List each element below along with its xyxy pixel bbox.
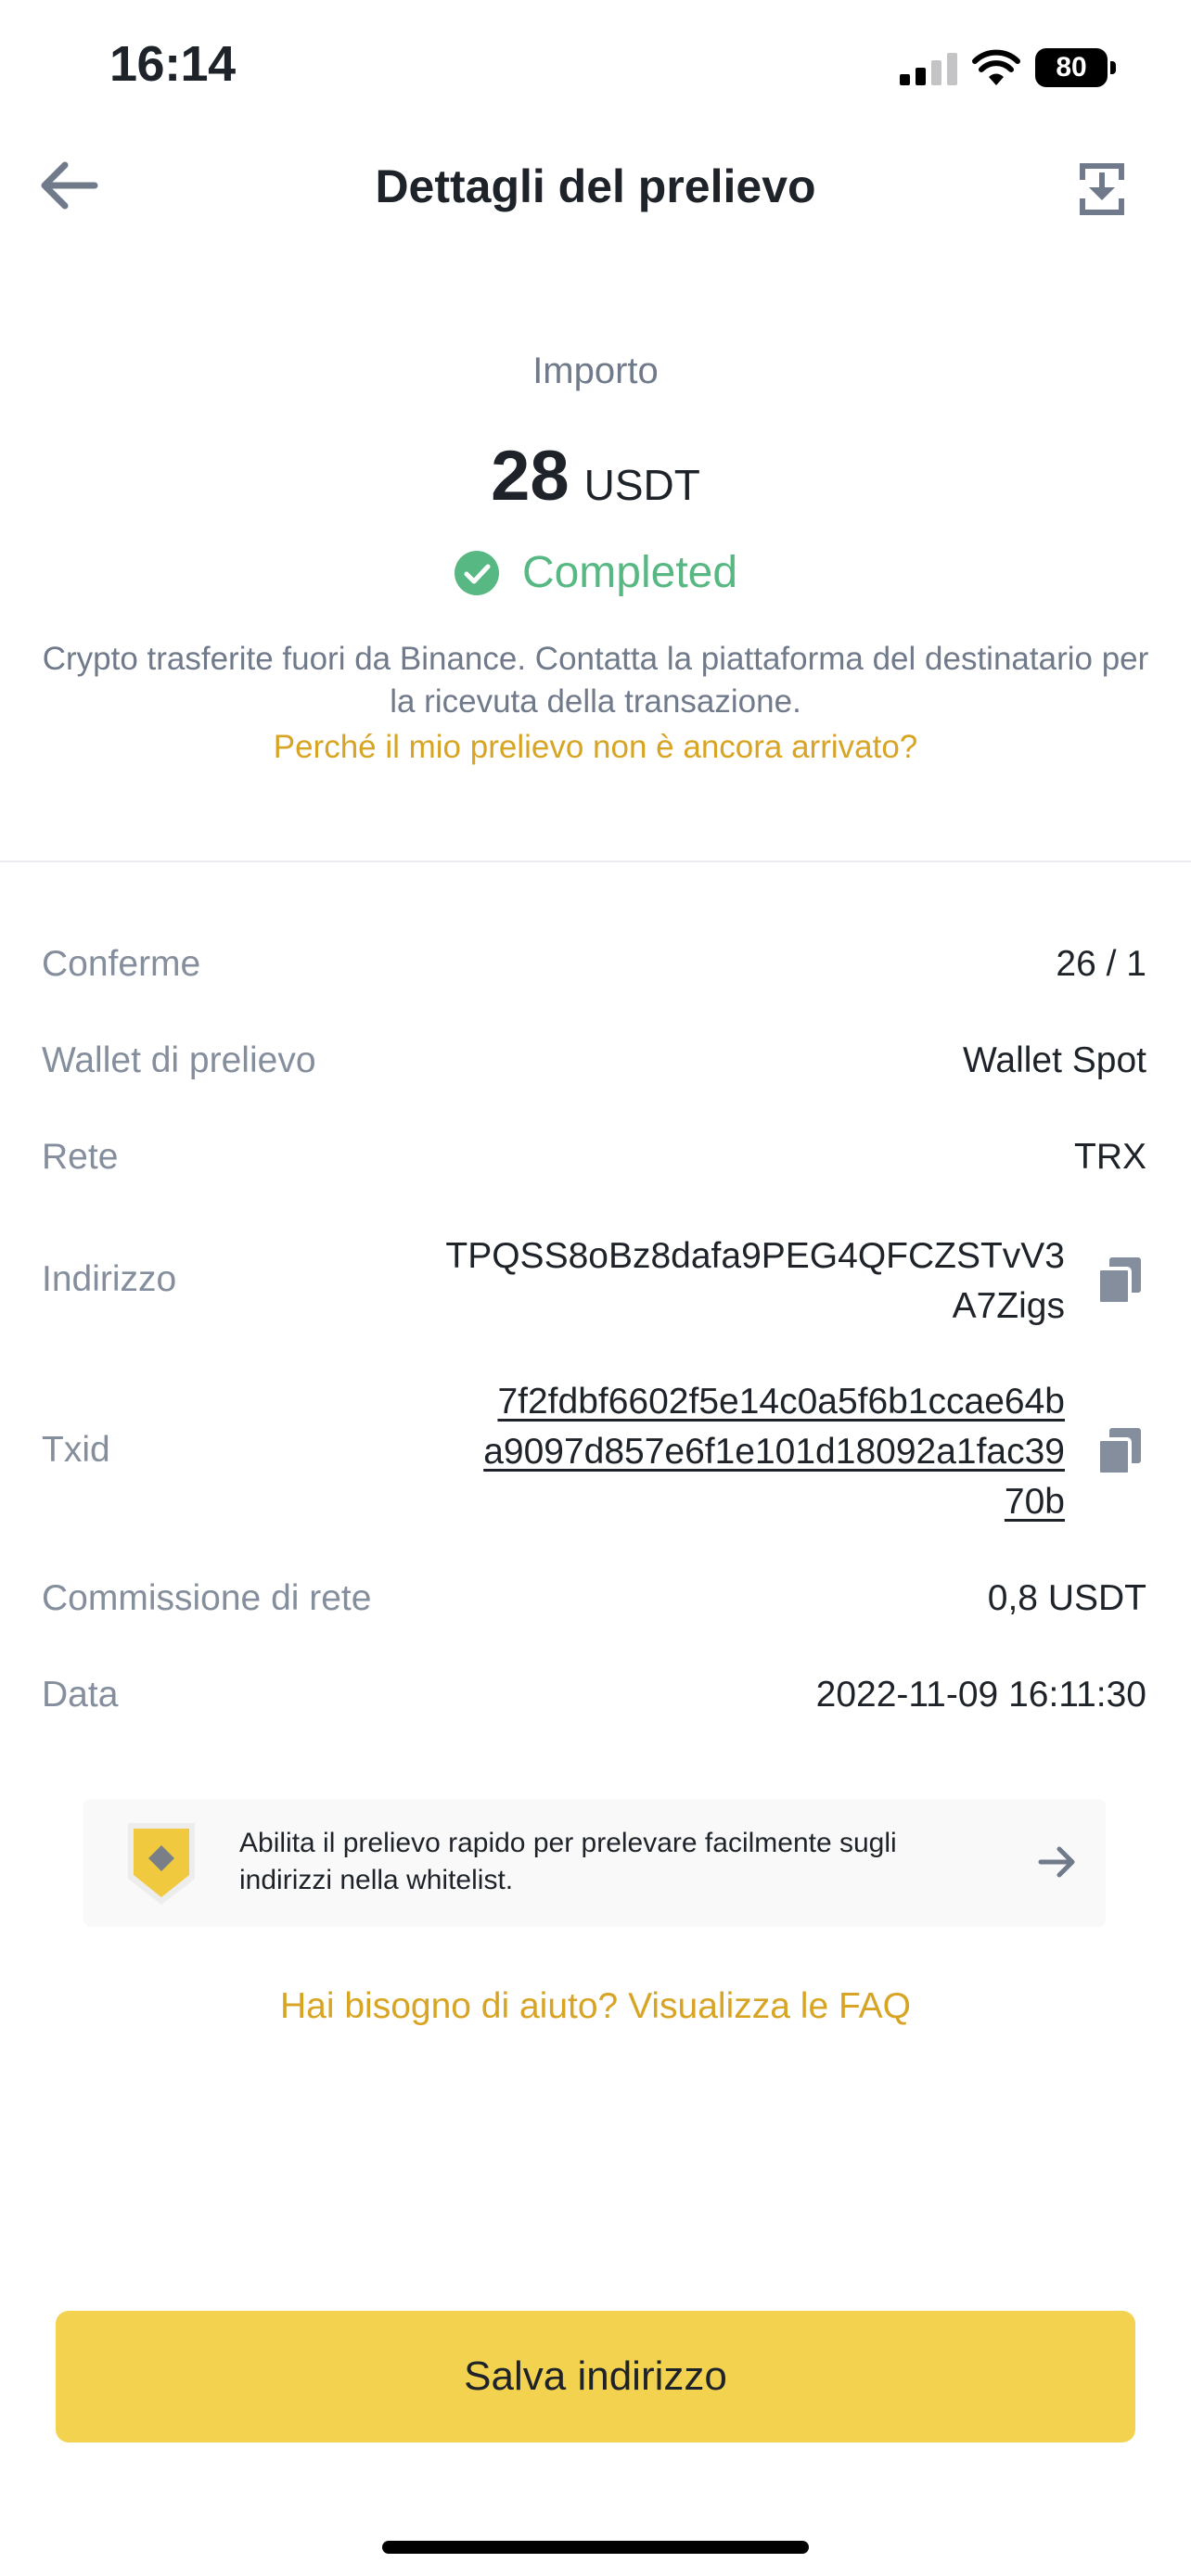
network-value: TRX [1074, 1137, 1146, 1177]
arrow-right-icon[interactable] [1037, 1845, 1078, 1879]
shield-icon [128, 1823, 195, 1905]
address-line: A7Zigs [952, 1286, 1065, 1326]
network-label: Rete [42, 1137, 119, 1177]
txid-line: 70b [1004, 1482, 1065, 1522]
fee-value: 0,8 USDT [987, 1578, 1146, 1618]
fee-label: Commissione di rete [42, 1578, 372, 1618]
txid-link[interactable]: 7f2fdbf6602f5e14c0a5f6b1ccae64b a9097d85… [483, 1377, 1065, 1527]
cellular-signal-icon [900, 52, 957, 85]
faq-link[interactable]: Hai bisogno di aiuto? Visualizza le FAQ [0, 1986, 1191, 2027]
download-icon[interactable] [1076, 159, 1128, 219]
txid-line: a9097d857e6f1e101d18092a1fac39 [483, 1432, 1065, 1472]
amount-label: Importo [532, 351, 659, 391]
txid-line: 7f2fdbf6602f5e14c0a5f6b1ccae64b [497, 1382, 1065, 1422]
address-line: TPQSS8oBz8dafa9PEG4QFCZSTvV3 [445, 1236, 1065, 1276]
address-label: Indirizzo [42, 1259, 177, 1299]
battery-icon: 80 [1035, 48, 1119, 87]
wifi-icon [972, 49, 1020, 85]
withdrawal-help-link[interactable]: Perché il mio prelievo non è ancora arri… [0, 729, 1191, 766]
copy-address-icon[interactable] [1098, 1257, 1141, 1304]
confirmations-label: Conferme [42, 944, 201, 984]
home-indicator [382, 2541, 809, 2554]
address-value: TPQSS8oBz8dafa9PEG4QFCZSTvV3 A7Zigs [445, 1231, 1065, 1332]
amount-value: 28 [491, 437, 570, 516]
wallet-value: Wallet Spot [963, 1040, 1146, 1080]
divider [0, 861, 1191, 862]
amount-unit: USDT [583, 461, 700, 509]
wallet-label: Wallet di prelievo [42, 1040, 316, 1080]
page-title: Dettagli del prelievo [375, 160, 816, 212]
copy-txid-icon[interactable] [1098, 1428, 1141, 1474]
promo-text: Abilita il prelievo rapido per prelevare… [239, 1828, 897, 1895]
confirmations-value: 26 / 1 [1056, 944, 1146, 984]
date-label: Data [42, 1675, 119, 1715]
status-time: 16:14 [109, 36, 236, 92]
status-text: Completed [521, 548, 738, 597]
transfer-description: Crypto trasferite fuori da Binance. Cont… [42, 641, 1149, 720]
check-circle-icon [454, 550, 499, 595]
date-value: 2022-11-09 16:11:30 [815, 1675, 1146, 1715]
save-address-button[interactable]: Salva indirizzo [56, 2311, 1135, 2442]
txid-label: Txid [42, 1430, 110, 1470]
battery-level: 80 [1035, 48, 1108, 87]
status-indicator: Completed [0, 547, 1191, 598]
amount-display: 28 USDT [0, 436, 1191, 516]
